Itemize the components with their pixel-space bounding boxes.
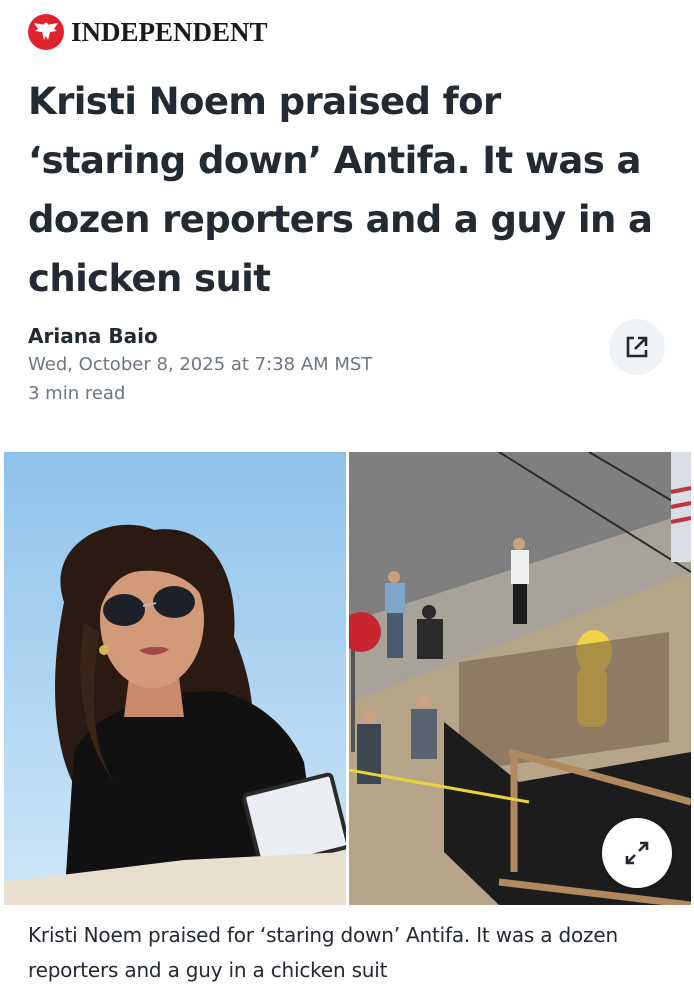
publication-name: INDEPENDENT bbox=[71, 16, 268, 47]
expand-icon bbox=[625, 841, 649, 865]
read-time: 3 min read bbox=[28, 383, 126, 404]
article-headline: Kristi Noem praised for ‘staring down’ A… bbox=[28, 80, 653, 300]
expand-image-button[interactable] bbox=[602, 818, 672, 888]
share-button[interactable] bbox=[609, 319, 665, 375]
image-caption: Kristi Noem praised for ‘staring down’ A… bbox=[28, 923, 618, 982]
article-photo-portrait[interactable] bbox=[4, 452, 346, 905]
publish-date: Wed, October 8, 2025 at 7:38 AM MST bbox=[28, 354, 373, 375]
eagle-icon bbox=[28, 14, 64, 50]
external-link-icon bbox=[626, 336, 648, 358]
publication-masthead[interactable]: INDEPENDENT bbox=[28, 12, 268, 52]
article-byline: Ariana Baio Wed, October 8, 2025 at 7:38… bbox=[28, 322, 372, 408]
author-name[interactable]: Ariana Baio bbox=[28, 322, 372, 350]
